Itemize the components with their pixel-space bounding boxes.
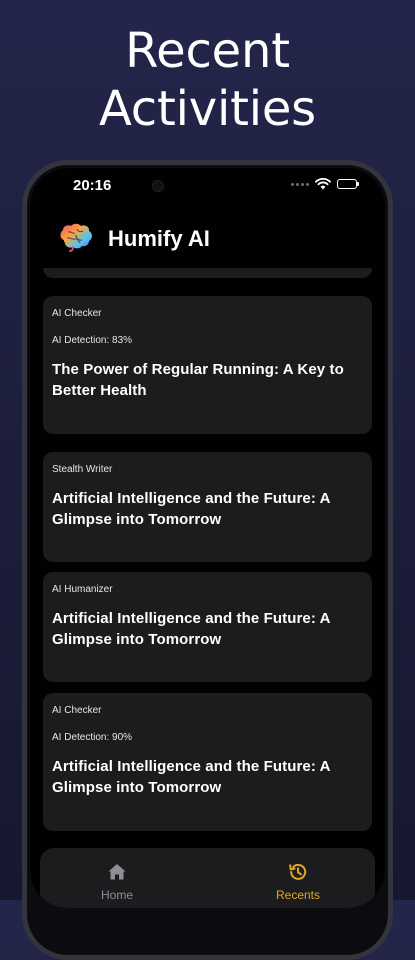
hero-line-2: Activities (99, 81, 316, 137)
activity-title: Artificial Intelligence and the Future: … (52, 490, 331, 528)
activity-title: The Power of Regular Running: A Key to B… (52, 361, 344, 399)
status-icons (291, 178, 359, 190)
brain-logo-icon (60, 223, 92, 252)
activity-title: Artificial Intelligence and the Future: … (52, 758, 331, 796)
activity-card[interactable]: Stealth Writer Artificial Intelligence a… (43, 452, 372, 562)
status-bar: 20:16 (30, 168, 385, 202)
activity-card[interactable]: AI Checker AI Detection: 90% Artificial … (43, 693, 372, 831)
recent-activities-list[interactable]: AI Checker AI Detection: 83% The Power o… (30, 268, 385, 838)
history-icon (289, 863, 307, 880)
signal-icon (291, 182, 309, 186)
phone-screen: 20:16 Humify AI AI Checker AI Detection:… (30, 168, 385, 908)
app-header: Humify AI (30, 214, 385, 260)
battery-icon (337, 179, 359, 189)
hero-heading: Recent Activities (0, 22, 415, 138)
previous-card-edge (43, 268, 372, 278)
activity-tool-label: AI Checker (52, 308, 102, 319)
tab-home[interactable]: Home (67, 862, 167, 902)
wifi-icon (315, 178, 331, 190)
activity-card[interactable]: AI Checker AI Detection: 83% The Power o… (43, 296, 372, 434)
app-title: Humify AI (108, 226, 210, 251)
activity-tool-label: AI Checker (52, 705, 102, 716)
status-time: 20:16 (73, 177, 112, 194)
tab-recents[interactable]: Recents (248, 862, 348, 902)
activity-detection-score: AI Detection: 83% (52, 335, 133, 346)
camera-icon (152, 180, 164, 192)
activity-title: Artificial Intelligence and the Future: … (52, 610, 331, 648)
home-icon (108, 864, 126, 880)
hero-line-1: Recent (125, 23, 290, 79)
activity-card[interactable]: AI Humanizer Artificial Intelligence and… (43, 572, 372, 682)
activity-tool-label: Stealth Writer (52, 464, 113, 475)
bottom-tab-bar: Home Recents (40, 848, 375, 908)
activity-tool-label: AI Humanizer (52, 584, 113, 595)
activity-detection-score: AI Detection: 90% (52, 732, 133, 743)
